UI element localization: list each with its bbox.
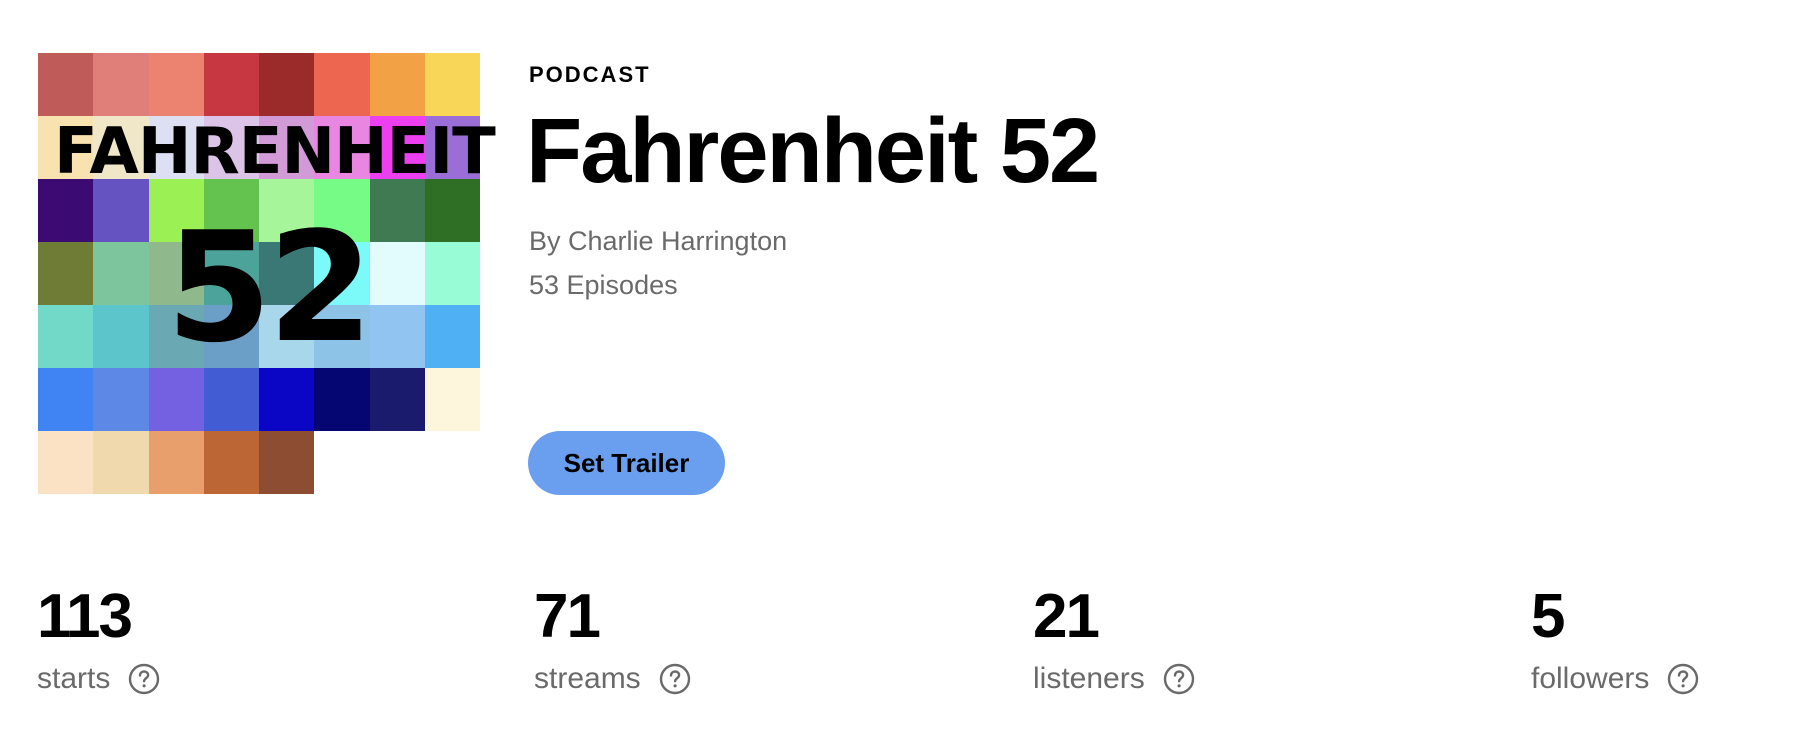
cover-color-tile <box>424 305 480 368</box>
cover-color-tile <box>259 179 315 242</box>
cover-color-tile <box>203 368 259 431</box>
cover-color-tile <box>203 179 259 242</box>
cover-color-tile <box>93 179 149 242</box>
cover-color-tile <box>203 116 259 179</box>
podcast-author: By Charlie Harrington <box>529 226 788 256</box>
cover-color-tile <box>369 179 425 242</box>
stat-label: starts <box>37 662 111 695</box>
cover-color-tile <box>259 53 315 116</box>
cover-color-tile <box>148 53 204 116</box>
cover-color-tile <box>93 305 149 368</box>
cover-color-tile <box>148 305 204 368</box>
cover-color-tile <box>259 305 315 368</box>
stat-starts: 113 starts <box>37 582 160 696</box>
cover-color-tile <box>93 368 149 431</box>
podcast-cover-art <box>38 53 480 494</box>
cover-color-tile <box>38 116 94 179</box>
cover-color-tile <box>148 368 204 431</box>
cover-color-tile <box>314 305 370 368</box>
cover-color-tile <box>93 242 149 305</box>
cover-color-tile <box>314 368 370 431</box>
cover-color-tile <box>314 53 370 116</box>
cover-color-tile <box>148 431 204 494</box>
cover-color-tile <box>148 116 204 179</box>
set-trailer-button[interactable]: Set Trailer <box>528 431 725 495</box>
podcast-title: Fahrenheit 52 <box>526 100 1100 202</box>
cover-color-tile <box>148 242 204 305</box>
cover-color-tile <box>424 431 480 494</box>
cover-color-tile <box>369 242 425 305</box>
cover-color-tile <box>314 242 370 305</box>
stat-value: 21 <box>1033 582 1100 651</box>
question-circle-icon[interactable] <box>128 663 160 695</box>
stat-label: streams <box>534 662 641 695</box>
cover-color-tile <box>314 116 370 179</box>
cover-color-tile <box>314 179 370 242</box>
cover-color-tile <box>38 179 94 242</box>
cover-color-tile <box>424 53 480 116</box>
stat-listeners: 21 listeners <box>1033 582 1195 696</box>
question-circle-icon[interactable] <box>1667 663 1699 695</box>
question-circle-icon[interactable] <box>659 663 691 695</box>
cover-color-tile <box>203 53 259 116</box>
cover-color-tile <box>424 179 480 242</box>
cover-color-tile <box>424 368 480 431</box>
question-circle-icon[interactable] <box>1163 663 1195 695</box>
stat-streams: 71 streams <box>534 582 691 696</box>
cover-color-tile <box>259 242 315 305</box>
cover-color-tile <box>93 116 149 179</box>
stat-value: 113 <box>37 582 133 651</box>
cover-color-tile <box>203 305 259 368</box>
cover-color-tile <box>424 242 480 305</box>
stat-value: 5 <box>1531 582 1565 651</box>
stat-label: listeners <box>1033 662 1145 695</box>
stat-followers: 5 followers <box>1531 582 1699 696</box>
cover-color-tile <box>369 53 425 116</box>
cover-color-tile <box>38 53 94 116</box>
episode-count: 53 Episodes <box>529 270 678 300</box>
cover-color-tile <box>259 431 315 494</box>
cover-color-tile <box>314 431 370 494</box>
stat-value: 71 <box>534 582 601 651</box>
cover-color-tile <box>203 242 259 305</box>
cover-color-tile <box>424 116 480 179</box>
cover-color-tile <box>369 368 425 431</box>
cover-color-tile <box>38 242 94 305</box>
cover-color-tile <box>369 116 425 179</box>
cover-color-tile <box>38 368 94 431</box>
podcast-dashboard: FAHRENHEIT 52 PODCAST Fahrenheit 52 By C… <box>0 0 1804 750</box>
cover-color-tile <box>203 431 259 494</box>
cover-color-tile <box>148 179 204 242</box>
cover-color-tile <box>369 431 425 494</box>
cover-color-tile <box>38 431 94 494</box>
cover-color-tile <box>369 305 425 368</box>
cover-color-tile <box>38 305 94 368</box>
cover-color-tile <box>93 53 149 116</box>
cover-color-tile <box>259 368 315 431</box>
content-type-label: PODCAST <box>529 62 651 87</box>
stat-label: followers <box>1531 662 1650 695</box>
cover-color-tile <box>93 431 149 494</box>
cover-color-tile <box>259 116 315 179</box>
